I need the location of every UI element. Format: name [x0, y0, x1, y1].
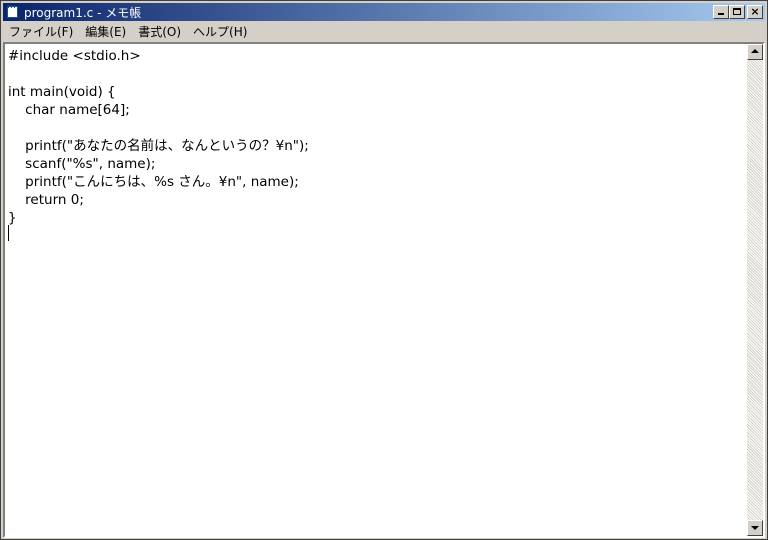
- text-caret: [8, 225, 9, 241]
- code-line: int main(void) {: [8, 84, 116, 100]
- arrow-up-icon: [751, 49, 759, 53]
- code-line: #include <stdio.h>: [8, 48, 141, 64]
- notepad-window: program1.c - メモ帳 × ファイル(F) 編集(E) 書式(O) ヘ…: [0, 0, 768, 540]
- code-line: printf("あなたの名前は、なんというの？¥n");: [8, 138, 309, 154]
- menu-bar: ファイル(F) 編集(E) 書式(O) ヘルプ(H): [3, 22, 765, 41]
- menu-edit[interactable]: 編集(E): [79, 23, 132, 40]
- minimize-icon: [718, 13, 724, 15]
- window-title: program1.c - メモ帳: [24, 5, 142, 20]
- notepad-icon[interactable]: [6, 5, 20, 19]
- code-line: }: [8, 210, 17, 226]
- scroll-down-button[interactable]: [747, 520, 763, 536]
- code-line: printf("こんにちは、%s さん。¥n", name);: [8, 174, 299, 190]
- code-line: return 0;: [8, 192, 84, 208]
- code-line: char name[64];: [8, 102, 130, 118]
- window-controls: ×: [713, 5, 763, 19]
- maximize-icon: [733, 8, 741, 15]
- maximize-button[interactable]: [729, 5, 745, 19]
- scroll-up-button[interactable]: [747, 44, 763, 60]
- menu-file[interactable]: ファイル(F): [3, 23, 79, 40]
- text-editor[interactable]: #include <stdio.h> int main(void) { char…: [3, 42, 765, 538]
- vertical-scrollbar[interactable]: [747, 44, 763, 536]
- menu-help[interactable]: ヘルプ(H): [187, 23, 253, 40]
- menu-format[interactable]: 書式(O): [132, 23, 187, 40]
- close-icon: ×: [750, 5, 760, 18]
- title-bar[interactable]: program1.c - メモ帳 ×: [3, 3, 765, 21]
- minimize-button[interactable]: [713, 5, 729, 19]
- arrow-down-icon: [751, 526, 759, 530]
- text-content[interactable]: #include <stdio.h> int main(void) { char…: [8, 47, 743, 533]
- code-line: scanf("%s", name);: [8, 156, 156, 172]
- close-button[interactable]: ×: [747, 5, 763, 19]
